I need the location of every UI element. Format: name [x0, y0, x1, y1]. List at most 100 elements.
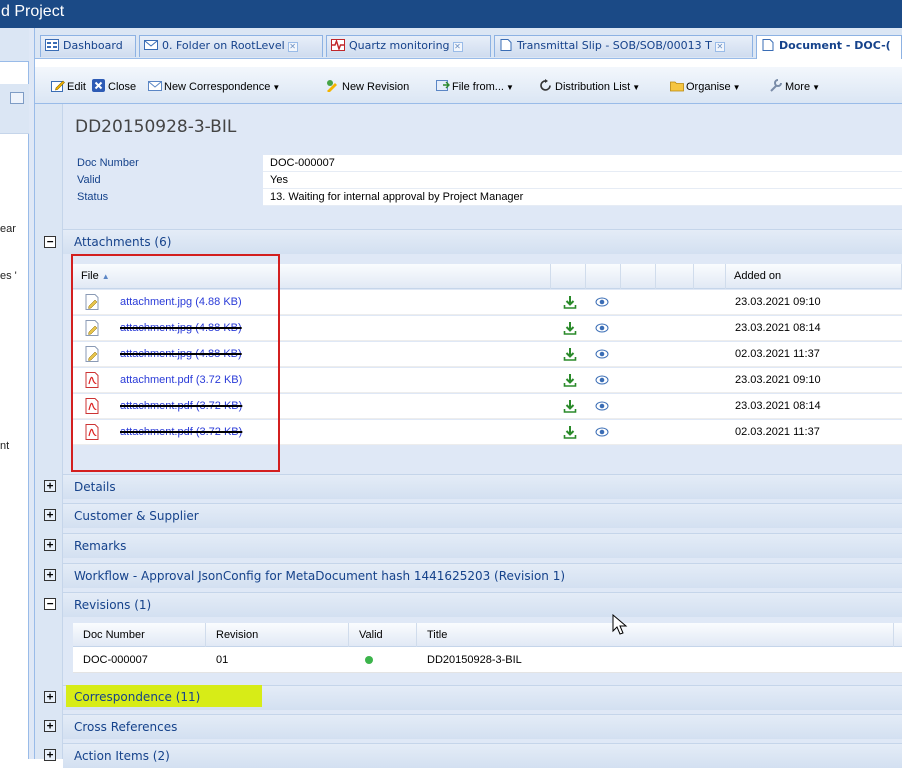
distribution-list-button[interactable]: Distribution List ▼	[539, 79, 640, 97]
property-row: Valid Yes	[73, 172, 902, 189]
download-icon[interactable]	[563, 320, 577, 336]
column-header-revision[interactable]: Revision	[206, 623, 349, 647]
edit-button[interactable]: Edit	[51, 79, 86, 97]
section-revisions[interactable]: Revisions (1)	[63, 592, 902, 617]
refresh-button[interactable]	[10, 92, 24, 104]
preview-eye-icon[interactable]	[595, 399, 609, 413]
revisions-grid-header: Doc Number Revision Valid Title	[73, 623, 902, 647]
left-panel-text: nt	[0, 440, 10, 452]
tab-quartz-monitoring[interactable]: Quartz monitoring ✕	[326, 35, 491, 57]
property-value: DOC-000007	[270, 157, 335, 169]
section-label: Correspondence (11)	[74, 690, 201, 704]
close-icon[interactable]: ✕	[714, 42, 725, 52]
new-revision-icon	[327, 80, 337, 92]
column-header	[656, 264, 694, 289]
property-label: Status	[77, 191, 109, 203]
close-icon[interactable]: ✕	[452, 42, 463, 52]
expand-icon[interactable]: +	[44, 539, 56, 551]
preview-eye-icon[interactable]	[595, 295, 609, 309]
section-customer-supplier[interactable]: Customer & Supplier	[63, 503, 902, 528]
document-properties: Doc Number DOC-000007 Valid Yes Status 1…	[73, 155, 902, 206]
wrench-icon	[770, 79, 782, 92]
left-panel-text: es '	[0, 270, 17, 282]
section-workflow[interactable]: Workflow - Approval JsonConfig for MetaD…	[63, 563, 902, 588]
panel-gutter	[35, 104, 63, 759]
new-revision-button[interactable]: New Revision	[326, 79, 409, 97]
expand-icon[interactable]: +	[44, 749, 56, 761]
tab-label: Document - DOC-(	[779, 39, 891, 52]
chevron-down-icon: ▼	[812, 83, 820, 92]
tab-document[interactable]: Document - DOC-(	[756, 35, 902, 59]
envelope-icon	[148, 81, 162, 91]
property-row: Doc Number DOC-000007	[73, 155, 902, 172]
section-cross-references[interactable]: Cross References	[63, 714, 902, 739]
folder-icon	[670, 81, 684, 92]
column-header-added-on[interactable]: Added on	[726, 264, 902, 289]
pulse-icon	[331, 39, 345, 51]
dashboard-icon	[45, 39, 59, 51]
property-value: 13. Waiting for internal approval by Pro…	[270, 191, 524, 203]
property-label: Valid	[77, 174, 101, 186]
tab-transmittal-slip[interactable]: Transmittal Slip - SOB/SOB/00013 T ✕	[494, 35, 753, 57]
document-toolbar: Edit Close New Correspondence ▼ New Revis…	[35, 67, 902, 104]
added-on-date: 23.03.2021 08:14	[735, 322, 821, 334]
tab-label: Dashboard	[63, 39, 123, 52]
section-remarks[interactable]: Remarks	[63, 533, 902, 558]
tab-dashboard[interactable]: Dashboard	[40, 35, 136, 57]
expand-icon[interactable]: +	[44, 720, 56, 732]
added-on-date: 02.03.2021 11:37	[735, 426, 820, 438]
organise-button[interactable]: Organise ▼	[670, 79, 741, 97]
expand-icon[interactable]: +	[44, 509, 56, 521]
download-icon[interactable]	[563, 398, 577, 414]
property-value: Yes	[270, 174, 288, 186]
download-icon[interactable]	[563, 424, 577, 440]
chevron-down-icon: ▼	[505, 83, 514, 92]
column-header-doc-number[interactable]: Doc Number	[73, 623, 206, 647]
preview-eye-icon[interactable]	[595, 347, 609, 361]
left-panel-header	[0, 28, 29, 62]
tab-label: Quartz monitoring	[349, 39, 450, 52]
tab-folder-rootlevel[interactable]: 0. Folder on RootLevel ✕	[139, 35, 323, 57]
close-icon[interactable]: ✕	[287, 42, 298, 52]
window-title-bar: d Project	[0, 0, 902, 28]
tab-label: 0. Folder on RootLevel	[162, 39, 285, 52]
chevron-down-icon: ▼	[272, 83, 281, 92]
window-title: d Project	[1, 3, 65, 20]
left-panel-text: ear	[0, 223, 16, 235]
close-button[interactable]: Close	[92, 79, 136, 97]
envelope-icon	[144, 40, 158, 50]
preview-eye-icon[interactable]	[595, 425, 609, 439]
section-action-items[interactable]: Action Items (2)	[63, 743, 902, 768]
file-from-button[interactable]: File from... ▼	[436, 79, 514, 97]
document-icon	[500, 39, 512, 51]
column-header	[621, 264, 656, 289]
expand-icon[interactable]: +	[44, 691, 56, 703]
column-header-valid[interactable]: Valid	[349, 623, 417, 647]
collapse-icon[interactable]: −	[44, 236, 56, 248]
preview-eye-icon[interactable]	[595, 321, 609, 335]
column-header-title[interactable]: Title	[417, 623, 894, 647]
download-icon[interactable]	[563, 294, 577, 310]
more-button[interactable]: More ▼	[769, 79, 820, 97]
chevron-down-icon: ▼	[632, 83, 641, 92]
property-label: Doc Number	[77, 157, 139, 169]
file-import-icon	[436, 80, 450, 91]
column-header	[694, 264, 726, 289]
document-icon	[762, 39, 774, 51]
collapse-icon[interactable]: −	[44, 598, 56, 610]
download-icon[interactable]	[563, 372, 577, 388]
expand-icon[interactable]: +	[44, 480, 56, 492]
section-attachments[interactable]: Attachments (6)	[63, 229, 902, 254]
expand-icon[interactable]: +	[44, 569, 56, 581]
download-icon[interactable]	[563, 346, 577, 362]
new-correspondence-button[interactable]: New Correspondence ▼	[148, 79, 280, 97]
left-panel: ear es ' nt	[0, 28, 29, 759]
tab-label: Transmittal Slip - SOB/SOB/00013 T	[517, 39, 712, 52]
added-on-date: 23.03.2021 09:10	[735, 374, 821, 386]
table-row[interactable]: DOC-000007 01 DD20150928-3-BIL	[73, 647, 902, 673]
document-title: DD20150928-3-BIL	[75, 117, 237, 137]
column-header	[586, 264, 621, 289]
tab-strip: Dashboard 0. Folder on RootLevel ✕ Quartz…	[35, 28, 902, 59]
preview-eye-icon[interactable]	[595, 373, 609, 387]
section-details[interactable]: Details	[63, 474, 902, 499]
